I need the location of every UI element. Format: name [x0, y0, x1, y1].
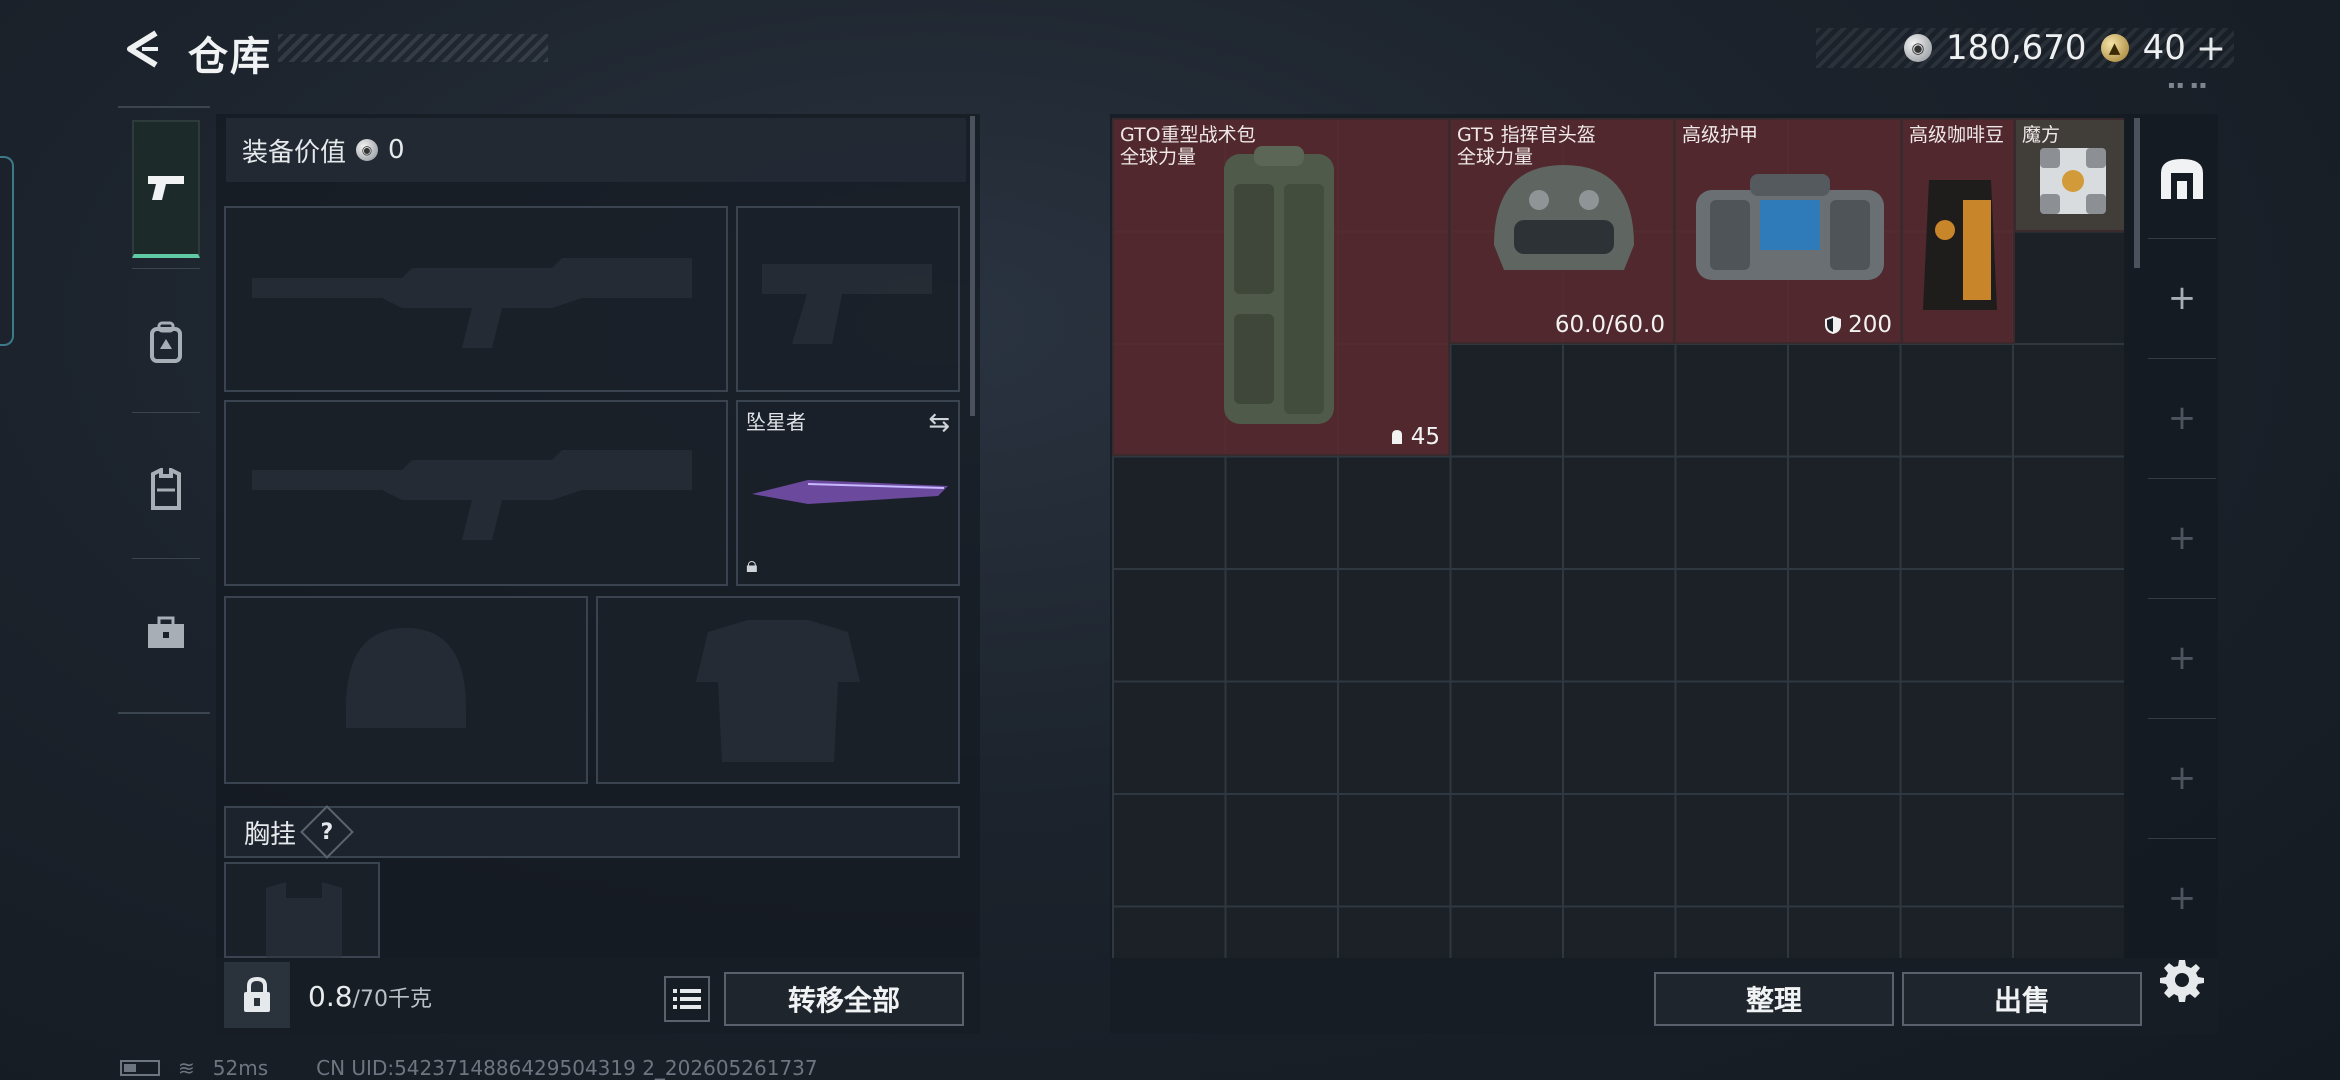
lock-icon: 🔒︎ — [746, 553, 758, 578]
backpack-weight: 0.8/70千克 — [308, 980, 432, 1013]
equipment-value: 0 — [388, 135, 405, 165]
storage-tab-add-1[interactable]: + — [2148, 238, 2216, 358]
transfer-all-button[interactable]: 转移全部 — [724, 972, 964, 1026]
storage-item-backpack[interactable]: GTO重型战术包 全球力量 45 — [1112, 118, 1450, 456]
equipment-value-bar: 装备价值 ◉ 0 — [226, 118, 966, 182]
item-name: 高级咖啡豆 — [1909, 124, 2005, 146]
melee-name: 坠星者 — [746, 410, 806, 434]
silver-coin-icon: ◉ — [1903, 34, 1932, 62]
item-name: 高级护甲 — [1682, 124, 1759, 146]
gear-icon — [2160, 960, 2204, 1002]
storage-tab-add-5[interactable]: + — [2148, 718, 2216, 838]
rail-tab-vest[interactable] — [132, 420, 200, 558]
secondary-weapon-slot[interactable] — [224, 400, 728, 586]
uid-text: CN UID:5423714886429504319 2_20260526173… — [316, 1056, 818, 1080]
back-arrow-icon — [127, 30, 158, 68]
rail-tab-weapons[interactable] — [132, 120, 200, 258]
help-icon[interactable]: ? — [300, 805, 354, 859]
category-rail — [118, 106, 210, 714]
storage-item-cube[interactable]: 魔方 — [2014, 118, 2124, 232]
sidearm-slot[interactable] — [736, 206, 960, 392]
silver-coin-amount: 180,670 — [1945, 28, 2087, 68]
vest-icon — [151, 468, 181, 510]
armor-slot[interactable] — [596, 596, 960, 784]
warehouse-icon — [2161, 159, 2203, 199]
page-title: 仓库 — [188, 34, 272, 80]
shield-icon — [1825, 316, 1842, 334]
helmet-slot[interactable] — [224, 596, 588, 784]
battery-icon — [120, 1060, 160, 1076]
silver-coin-icon: ◉ — [356, 139, 379, 161]
item-stat: 200 — [1824, 312, 1892, 338]
sort-button[interactable]: 整理 — [1654, 972, 1894, 1026]
melee-slot[interactable]: 坠星者 ⇆ 🔒︎ — [736, 400, 960, 586]
gold-coin-amount: 40 — [2142, 28, 2186, 68]
back-button[interactable] — [112, 22, 172, 76]
blade-icon — [752, 480, 948, 504]
rail-tab-backpack[interactable] — [132, 274, 200, 412]
add-currency-button[interactable]: + — [2196, 28, 2226, 69]
backpack-lock-button[interactable] — [224, 962, 290, 1028]
rifle-silhouette-icon — [252, 258, 692, 348]
storage-tab-add-4[interactable]: + — [2148, 598, 2216, 718]
briefcase-icon — [148, 616, 184, 648]
item-stat: 60.0/60.0 — [1554, 312, 1665, 338]
storage-tab-add-2[interactable]: + — [2148, 358, 2216, 478]
backpack-icon — [150, 321, 182, 363]
pistol-icon — [148, 176, 184, 200]
rifle-silhouette-icon — [252, 450, 692, 540]
signal-dots: ▪▪ ▪▪ — [2168, 80, 2209, 91]
rail-tab-toolbox[interactable] — [132, 564, 200, 702]
storage-tab-home[interactable] — [2148, 118, 2216, 238]
coffee-bag-icon — [1923, 180, 1997, 310]
storage-tab-add-3[interactable]: + — [2148, 478, 2216, 598]
storage-scrollbar[interactable] — [2134, 118, 2140, 268]
status-bar: ≋ 52ms CN UID:5423714886429504319 2_2026… — [120, 1056, 818, 1080]
wifi-icon: ≋ — [178, 1056, 195, 1080]
storage-grid: GTO重型战术包 全球力量 45 GT5 指挥官头盔 全球力量 60.0/60.… — [1112, 118, 2124, 958]
storage-item-helmet[interactable]: GT5 指挥官头盔 全球力量 60.0/60.0 — [1449, 118, 1675, 344]
cube-item-icon — [2040, 148, 2106, 214]
list-icon — [673, 989, 701, 1009]
helmet-item-icon — [1494, 165, 1634, 270]
storage-item-coffee[interactable]: 高级咖啡豆 — [1901, 118, 2015, 344]
currency-bar: ◉ 180,670 ▲ 40 + — [1816, 28, 2234, 69]
equipment-scrollbar[interactable] — [970, 116, 975, 416]
side-notch — [0, 156, 14, 346]
chest-rig-label: 胸挂 — [244, 819, 297, 850]
item-stat: 45 — [1389, 424, 1440, 450]
chest-rig-slot[interactable] — [224, 862, 380, 958]
weight-current: 0.8 — [308, 980, 353, 1013]
primary-weapon-slot[interactable] — [224, 206, 728, 392]
vest-silhouette-icon — [266, 882, 342, 958]
settings-button[interactable] — [2154, 952, 2210, 1008]
equipment-value-label: 装备价值 — [242, 137, 347, 168]
chest-rig-header: 胸挂 ? — [224, 805, 960, 859]
ping-text: 52ms — [212, 1056, 269, 1080]
storage-tab-rail: + + + + + + — [2148, 118, 2216, 958]
armor-silhouette-icon — [696, 620, 860, 762]
list-view-button[interactable] — [664, 976, 710, 1022]
backpack-item-icon — [1224, 146, 1334, 424]
helmet-silhouette-icon — [346, 628, 466, 728]
armor-item-icon — [1696, 174, 1884, 280]
gold-coin-icon: ▲ — [2100, 34, 2129, 62]
title-decoration — [278, 34, 548, 62]
storage-item-armor[interactable]: 高级护甲 200 — [1674, 118, 1902, 344]
capacity-icon — [1391, 430, 1402, 444]
pistol-silhouette-icon — [762, 264, 932, 344]
sell-button[interactable]: 出售 — [1902, 972, 2142, 1026]
storage-tab-add-6[interactable]: + — [2148, 838, 2216, 958]
padlock-icon — [244, 976, 270, 1012]
swap-icon[interactable]: ⇆ — [928, 408, 950, 438]
weight-max: /70千克 — [352, 987, 432, 1012]
